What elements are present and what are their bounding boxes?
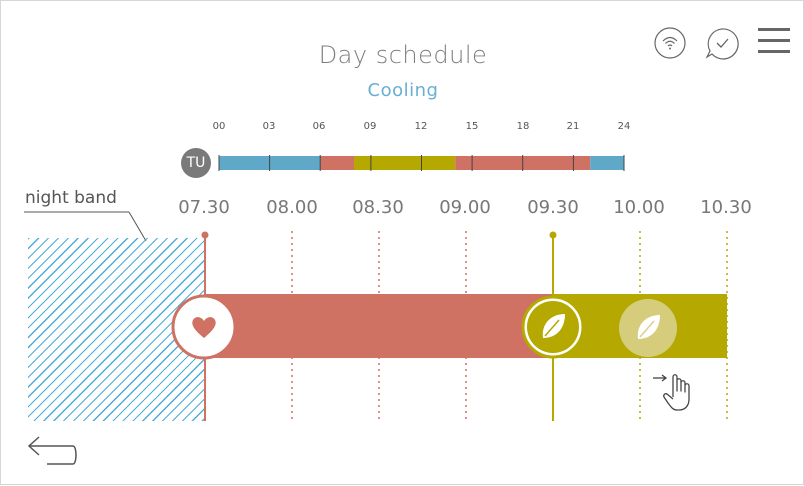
app-frame: Day schedule Cooling 00 03 06 09 12 15 1… [0, 0, 804, 485]
time-label: 10.30 [700, 197, 752, 218]
back-arrow-icon[interactable] [27, 434, 79, 470]
time-label: 08.00 [266, 197, 318, 218]
hour-label: 24 [617, 121, 631, 132]
day-schedule-bar[interactable] [217, 153, 627, 173]
day-segment-comfort [320, 156, 354, 170]
day-segment-eco [354, 156, 456, 170]
day-segment-night [590, 156, 624, 170]
time-label: 10.00 [613, 197, 665, 218]
comfort-period-bar[interactable] [205, 294, 555, 358]
hour-label: 03 [262, 121, 276, 132]
day-badge[interactable]: TU [181, 148, 211, 178]
hour-label: 15 [465, 121, 479, 132]
hour-label: 18 [516, 121, 530, 132]
hamburger-menu-icon[interactable] [758, 26, 790, 56]
time-label: 09.00 [439, 197, 491, 218]
mode-subtitle: Cooling [367, 80, 439, 101]
drag-hand-icon [653, 374, 690, 411]
wifi-icon[interactable] [653, 26, 687, 60]
eco-preview-handle[interactable] [617, 297, 679, 359]
hour-label: 09 [363, 121, 377, 132]
time-label: 07.30 [178, 197, 230, 218]
time-label: 09.30 [527, 197, 579, 218]
hour-label: 00 [212, 121, 226, 132]
hour-label: 21 [566, 121, 580, 132]
time-label: 08.30 [352, 197, 404, 218]
chat-check-icon[interactable] [704, 26, 740, 60]
eco-handle[interactable] [521, 294, 585, 360]
hour-label: 12 [414, 121, 428, 132]
hour-label: 06 [312, 121, 326, 132]
night-band-label: night band [25, 188, 117, 208]
comfort-handle[interactable] [171, 294, 237, 360]
